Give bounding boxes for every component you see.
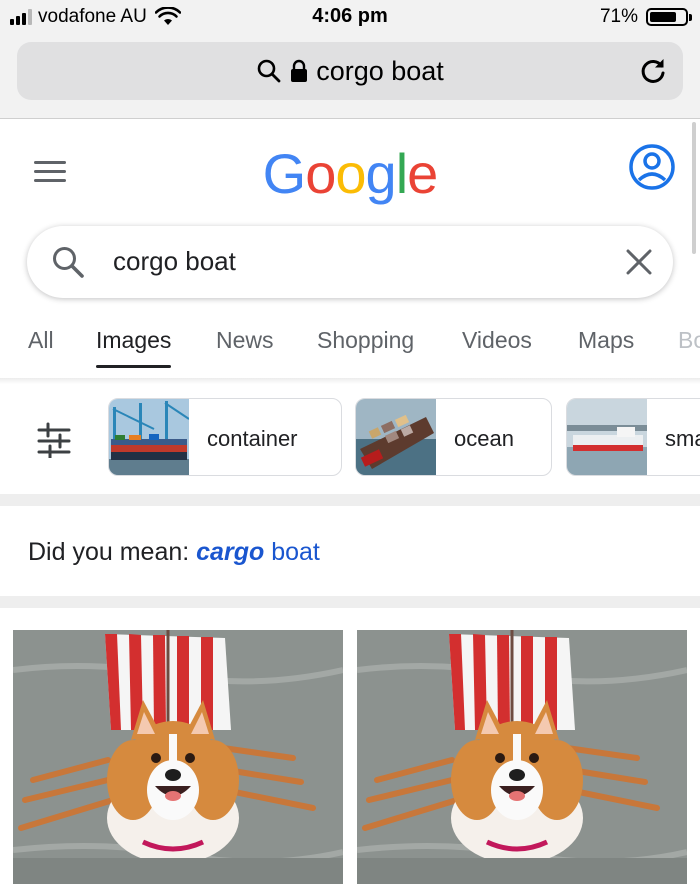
image-result[interactable] <box>13 630 343 884</box>
logo-letter: e <box>407 142 438 205</box>
chip-thumbnail <box>109 399 189 475</box>
logo-letter: g <box>365 142 397 205</box>
search-icon[interactable] <box>51 245 85 279</box>
browser-toolbar: corgo boat <box>0 38 700 119</box>
search-icon <box>257 59 281 83</box>
section-divider <box>0 596 700 608</box>
chip-thumbnail <box>567 399 647 475</box>
chip-small[interactable]: sma <box>566 398 700 476</box>
suggestion-prefix: Did you mean: <box>28 538 190 566</box>
image-result[interactable] <box>357 630 687 884</box>
account-icon[interactable] <box>628 143 676 191</box>
logo-letter: o <box>305 142 336 205</box>
search-query[interactable]: corgo boat <box>113 246 236 277</box>
tab-images[interactable]: Images <box>96 327 172 368</box>
chip-thumbnail <box>356 399 436 475</box>
search-tabs: All Images News Shopping Videos Maps Bo <box>0 316 700 378</box>
logo-letter: o <box>335 142 366 205</box>
related-searches: container ocean sma <box>0 384 700 494</box>
tab-maps[interactable]: Maps <box>578 327 634 354</box>
status-bar: vodafone AU 4:06 pm 71% <box>0 0 700 38</box>
address-bar[interactable]: corgo boat <box>17 42 683 100</box>
spelling-suggestion: Did you mean: cargo boat <box>28 538 320 567</box>
battery-percent: 71% <box>599 6 638 27</box>
lock-icon <box>291 59 308 82</box>
search-input[interactable]: corgo boat <box>27 226 673 298</box>
suggestion-rest[interactable]: boat <box>271 538 320 566</box>
tab-news[interactable]: News <box>216 327 274 354</box>
tab-videos[interactable]: Videos <box>462 327 532 354</box>
section-divider <box>0 494 700 506</box>
chip-label: container <box>207 426 298 451</box>
chip-container[interactable]: container <box>108 398 342 476</box>
tune-icon[interactable] <box>36 422 72 458</box>
tab-books[interactable]: Bo <box>678 327 700 354</box>
battery-icon <box>646 8 692 26</box>
suggestion-link[interactable]: cargo boat <box>196 538 320 566</box>
logo-letter: G <box>262 142 307 205</box>
chip-label: sma <box>665 426 700 451</box>
corgi-boat-image <box>13 630 343 884</box>
tab-shopping[interactable]: Shopping <box>317 327 414 354</box>
clock: 4:06 pm <box>312 5 388 27</box>
logo-letter: l <box>395 142 408 205</box>
chip-ocean[interactable]: ocean <box>355 398 552 476</box>
corgi-boat-image <box>357 630 687 884</box>
google-logo[interactable]: Google <box>0 141 700 206</box>
reload-icon[interactable] <box>637 55 669 87</box>
url-text: corgo boat <box>316 55 444 86</box>
tab-all[interactable]: All <box>28 327 54 354</box>
clear-icon[interactable] <box>625 248 653 276</box>
corrected-word[interactable]: cargo <box>196 538 264 566</box>
chip-label: ocean <box>454 426 514 451</box>
google-header: Google <box>0 119 700 219</box>
